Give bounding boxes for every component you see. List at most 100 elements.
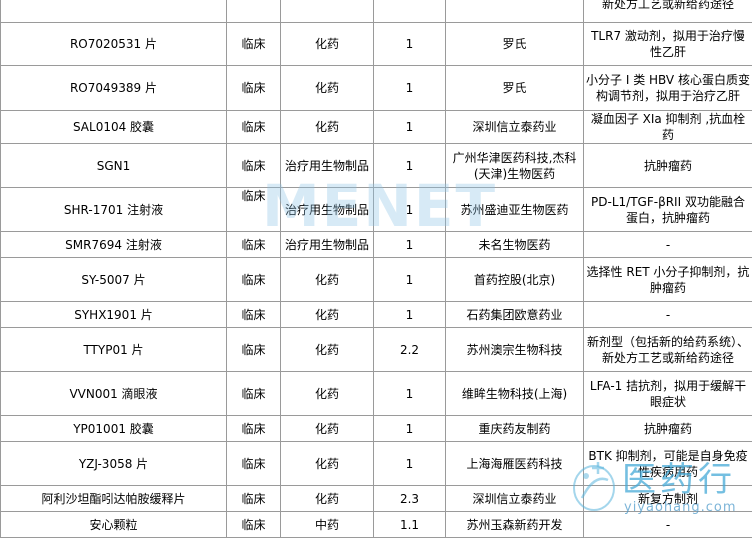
company-cell: 苏州玉森新药开发: [446, 512, 584, 538]
registration-class-cell: 1.1: [374, 512, 446, 538]
registration-class-cell: 1: [374, 188, 446, 232]
table-row: YZJ-3058 片临床化药1上海海雁医药科技BTK 抑制剂，可能是自身免疫性疾…: [1, 442, 752, 486]
drug-name-cell: YZJ-3058 片: [1, 442, 227, 486]
company-cell: 罗氏: [446, 23, 584, 66]
company-cell: 苏州盛迪亚生物医药: [446, 188, 584, 232]
category-cell: 治疗用生物制品: [281, 144, 374, 188]
registration-class-cell: 2.3: [374, 486, 446, 512]
note-cell: BTK 抑制剂，可能是自身免疫性疾病用药: [584, 442, 752, 486]
table-row: RO7020531 片临床化药1罗氏TLR7 激动剂，拟用于治疗慢性乙肝: [1, 23, 752, 66]
table-row: 新处方工艺或新给药途径: [1, 0, 752, 23]
category-cell: 化药: [281, 258, 374, 302]
stage-cell: [227, 0, 281, 23]
drug-name-cell: RO7049389 片: [1, 66, 227, 111]
stage-cell: 临床: [227, 66, 281, 111]
registration-class-cell: 1: [374, 111, 446, 144]
drug-name-cell: SY-5007 片: [1, 258, 227, 302]
company-cell: 深圳信立泰药业: [446, 486, 584, 512]
table-row: 阿利沙坦酯吲达帕胺缓释片临床化药2.3深圳信立泰药业新复方制剂: [1, 486, 752, 512]
stage-cell: 临床: [227, 188, 281, 232]
stage-cell: 临床: [227, 23, 281, 66]
table-row: 安心颗粒临床中药1.1苏州玉森新药开发-: [1, 512, 752, 538]
table-row: SAL0104 胶囊临床化药1深圳信立泰药业凝血因子 XIa 抑制剂 ,抗血栓药: [1, 111, 752, 144]
category-cell: 化药: [281, 23, 374, 66]
table-row: YP01001 胶囊临床化药1重庆药友制药抗肿瘤药: [1, 416, 752, 442]
note-cell: -: [584, 232, 752, 258]
registration-class-cell: 1: [374, 232, 446, 258]
registration-class-cell: 2.2: [374, 328, 446, 372]
table-row: SYHX1901 片临床化药1石药集团欧意药业-: [1, 302, 752, 328]
category-cell: 化药: [281, 111, 374, 144]
drug-registration-table: 新处方工艺或新给药途径RO7020531 片临床化药1罗氏TLR7 激动剂，拟用…: [0, 0, 752, 538]
company-cell: 维眸生物科技(上海): [446, 372, 584, 416]
table-row: SMR7694 注射液临床治疗用生物制品1未名生物医药-: [1, 232, 752, 258]
category-cell: 治疗用生物制品: [281, 232, 374, 258]
note-cell: 抗肿瘤药: [584, 416, 752, 442]
note-cell: 抗肿瘤药: [584, 144, 752, 188]
stage-cell: 临床: [227, 442, 281, 486]
category-cell: 化药: [281, 302, 374, 328]
registration-class-cell: 1: [374, 258, 446, 302]
drug-name-cell: YP01001 胶囊: [1, 416, 227, 442]
stage-cell: 临床: [227, 302, 281, 328]
stage-cell: 临床: [227, 416, 281, 442]
stage-cell: 临床: [227, 328, 281, 372]
drug-name-cell: SAL0104 胶囊: [1, 111, 227, 144]
table-row: TTYP01 片临床化药2.2苏州澳宗生物科技新剂型（包括新的给药系统）、新处方…: [1, 328, 752, 372]
drug-name-cell: SYHX1901 片: [1, 302, 227, 328]
registration-class-cell: 1: [374, 416, 446, 442]
table-row: SY-5007 片临床化药1首药控股(北京)选择性 RET 小分子抑制剂，抗肿瘤…: [1, 258, 752, 302]
note-cell: PD-L1/TGF-βRII 双功能融合蛋白，抗肿瘤药: [584, 188, 752, 232]
drug-name-cell: SMR7694 注射液: [1, 232, 227, 258]
category-cell: 化药: [281, 416, 374, 442]
drug-name-cell: SHR-1701 注射液: [1, 188, 227, 232]
category-cell: 化药: [281, 372, 374, 416]
note-cell: -: [584, 302, 752, 328]
company-cell: 首药控股(北京): [446, 258, 584, 302]
stage-cell: 临床: [227, 111, 281, 144]
drug-name-cell: [1, 0, 227, 23]
note-cell: 新处方工艺或新给药途径: [584, 0, 752, 23]
stage-cell: 临床: [227, 144, 281, 188]
registration-class-cell: [374, 0, 446, 23]
note-cell: 新复方制剂: [584, 486, 752, 512]
note-cell: -: [584, 512, 752, 538]
drug-name-cell: SGN1: [1, 144, 227, 188]
drug-name-cell: 阿利沙坦酯吲达帕胺缓释片: [1, 486, 227, 512]
category-cell: 中药: [281, 512, 374, 538]
registration-class-cell: 1: [374, 442, 446, 486]
company-cell: 上海海雁医药科技: [446, 442, 584, 486]
company-cell: 深圳信立泰药业: [446, 111, 584, 144]
drug-name-cell: TTYP01 片: [1, 328, 227, 372]
table-row: VVN001 滴眼液临床化药1维眸生物科技(上海)LFA-1 拮抗剂，拟用于缓解…: [1, 372, 752, 416]
category-cell: 化药: [281, 66, 374, 111]
company-cell: 苏州澳宗生物科技: [446, 328, 584, 372]
stage-cell: 临床: [227, 258, 281, 302]
drug-name-cell: RO7020531 片: [1, 23, 227, 66]
company-cell: 石药集团欧意药业: [446, 302, 584, 328]
company-cell: 未名生物医药: [446, 232, 584, 258]
note-cell: 小分子 I 类 HBV 核心蛋白质变构调节剂，拟用于治疗乙肝: [584, 66, 752, 111]
note-cell: LFA-1 拮抗剂，拟用于缓解干眼症状: [584, 372, 752, 416]
category-cell: 化药: [281, 328, 374, 372]
drug-name-cell: 安心颗粒: [1, 512, 227, 538]
stage-cell: 临床: [227, 512, 281, 538]
registration-class-cell: 1: [374, 66, 446, 111]
company-cell: [446, 0, 584, 23]
category-cell: 治疗用生物制品: [281, 188, 374, 232]
note-cell: 凝血因子 XIa 抑制剂 ,抗血栓药: [584, 111, 752, 144]
stage-cell: 临床: [227, 486, 281, 512]
registration-class-cell: 1: [374, 144, 446, 188]
category-cell: 化药: [281, 442, 374, 486]
stage-cell: 临床: [227, 232, 281, 258]
category-cell: [281, 0, 374, 23]
registration-class-cell: 1: [374, 372, 446, 416]
note-cell: 新剂型（包括新的给药系统）、新处方工艺或新给药途径: [584, 328, 752, 372]
drug-name-cell: VVN001 滴眼液: [1, 372, 227, 416]
note-cell: TLR7 激动剂，拟用于治疗慢性乙肝: [584, 23, 752, 66]
note-cell: 选择性 RET 小分子抑制剂，抗肿瘤药: [584, 258, 752, 302]
table-row: RO7049389 片临床化药1罗氏小分子 I 类 HBV 核心蛋白质变构调节剂…: [1, 66, 752, 111]
company-cell: 罗氏: [446, 66, 584, 111]
table-row: SHR-1701 注射液临床治疗用生物制品1苏州盛迪亚生物医药PD-L1/TGF…: [1, 188, 752, 232]
category-cell: 化药: [281, 486, 374, 512]
